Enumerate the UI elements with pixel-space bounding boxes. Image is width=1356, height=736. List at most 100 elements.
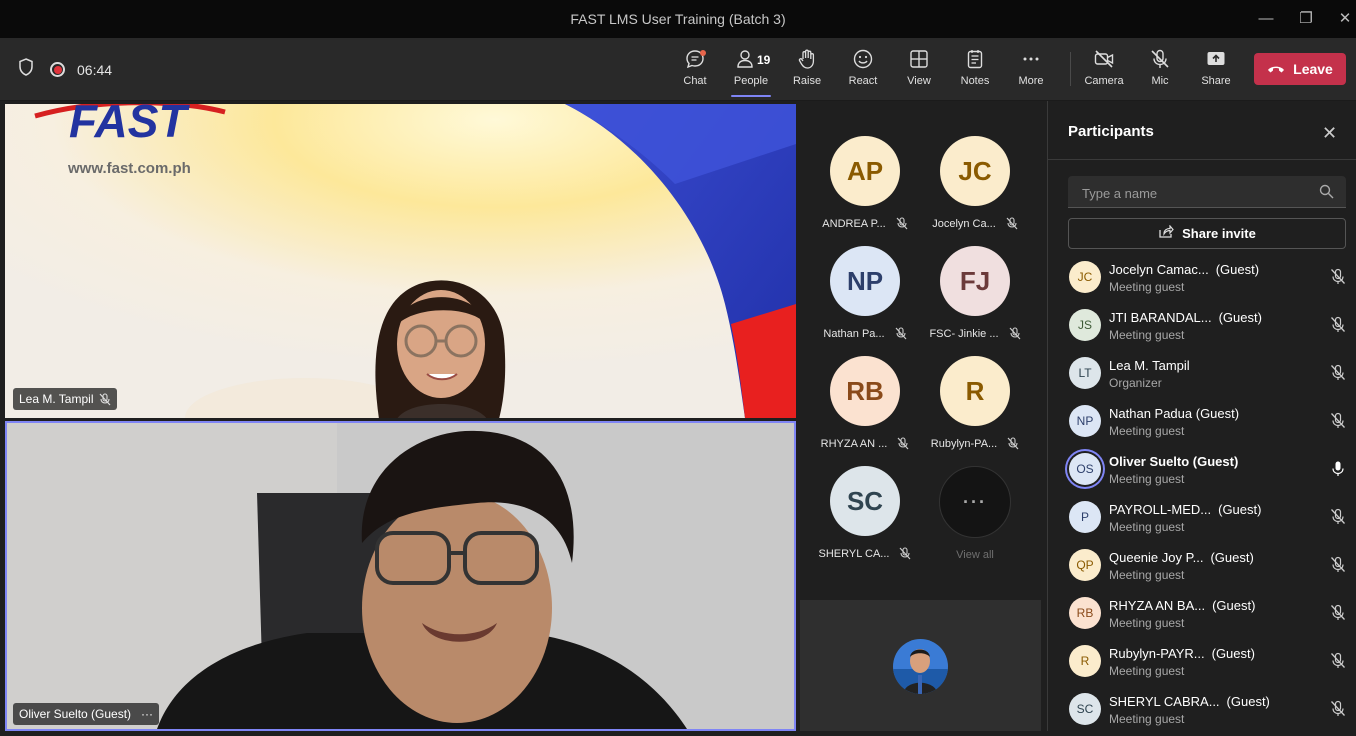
view-all-tile[interactable]: ··· View all [920, 466, 1030, 576]
name-tag-label: Oliver Suelto (Guest) [19, 707, 132, 721]
avatar-initials: QP [1076, 558, 1094, 572]
leave-label: Leave [1293, 61, 1333, 77]
meeting-timer: 06:44 [77, 61, 113, 78]
participant-name-label: PAYROLL-MED... [1109, 502, 1212, 517]
close-panel-icon[interactable]: ✕ [1322, 123, 1337, 144]
avatar: RB [830, 356, 900, 426]
participant-role: Meeting guest [1109, 328, 1185, 342]
video-tile-speaker[interactable]: Oliver Suelto (Guest) ··· [5, 421, 796, 731]
mic-button[interactable]: Mic [1132, 48, 1188, 94]
gallery-tile[interactable]: AP ANDREA P... [810, 136, 920, 246]
leave-button[interactable]: Leave [1254, 53, 1346, 85]
mic-off-icon [99, 392, 111, 406]
participant-name: SHERYL CABRA... (Guest) [1109, 694, 1270, 709]
avatar: RB [1069, 597, 1101, 629]
avatar-initials: RB [1076, 606, 1094, 620]
avatar: JC [1069, 261, 1101, 293]
react-button[interactable]: React [835, 48, 891, 94]
avatar: JC [940, 136, 1010, 206]
more-button[interactable]: More [1003, 48, 1059, 94]
gallery-tile[interactable]: SC SHERYL CA... [810, 466, 920, 576]
participant-search[interactable] [1068, 176, 1346, 208]
participant-role: Meeting guest [1109, 664, 1185, 678]
search-icon [1319, 184, 1334, 204]
camera-label: Camera [1084, 75, 1124, 87]
gallery-tile[interactable]: FJ FSC- Jinkie ... [920, 246, 1030, 356]
video-tile-organizer[interactable]: FAST www.fast.com.ph Lea M. Tampil [5, 104, 796, 418]
participant-row[interactable]: JC Jocelyn Camac... (Guest) Meeting guest [1048, 256, 1356, 304]
participant-row[interactable]: R Rubylyn-PAYR... (Guest) Meeting guest [1048, 640, 1356, 688]
tile-name: Jocelyn Ca... [920, 217, 1030, 230]
share-screen-icon [1188, 48, 1244, 70]
gallery-tile[interactable]: NP Nathan Pa... [810, 246, 920, 356]
gallery-tile[interactable]: JC Jocelyn Ca... [920, 136, 1030, 246]
participant-row[interactable]: OS Oliver Suelto (Guest) Meeting guest [1048, 448, 1356, 496]
avatar-initials: NP [846, 265, 884, 296]
avatar-initials: JS [1077, 318, 1092, 332]
camera-button[interactable]: Camera [1076, 48, 1132, 94]
people-label: People [733, 75, 769, 87]
avatar-initials: AP [846, 155, 884, 186]
avatar-initials: R [965, 375, 985, 406]
participant-row[interactable]: RB RHYZA AN BA... (Guest) Meeting guest [1048, 592, 1356, 640]
avatar-initials: P [1080, 510, 1089, 524]
avatar: R [940, 356, 1010, 426]
mic-off-icon [1330, 364, 1346, 386]
tile-name: SHERYL CA... [810, 547, 920, 560]
participant-name: JTI BARANDAL... (Guest) [1109, 310, 1262, 325]
avatar: FJ [940, 246, 1010, 316]
participant-row[interactable]: LT Lea M. Tampil Organizer [1048, 352, 1356, 400]
people-button[interactable]: 19 People [723, 48, 779, 97]
participant-video-oliver [7, 423, 794, 729]
notes-icon [947, 48, 1003, 70]
mic-off-icon [1330, 412, 1346, 434]
share-invite-button[interactable]: Share invite [1068, 218, 1346, 249]
view-all-label: View all [956, 549, 994, 561]
participant-row[interactable]: QP Queenie Joy P... (Guest) Meeting guest [1048, 544, 1356, 592]
active-indicator [731, 95, 771, 97]
participant-role: Organizer [1109, 376, 1162, 390]
raise-label: Raise [792, 75, 822, 87]
participant-role: Meeting guest [1109, 472, 1185, 486]
maximize-icon[interactable]: ❐ [1295, 8, 1317, 30]
name-tag-label: Lea M. Tampil [19, 392, 94, 406]
raise-hand-button[interactable]: Raise [779, 48, 835, 94]
mic-off-icon [895, 327, 907, 340]
mic-off-icon [1330, 652, 1346, 674]
participant-name: RHYZA AN BA... (Guest) [1109, 598, 1255, 613]
participant-row[interactable]: P PAYROLL-MED... (Guest) Meeting guest [1048, 496, 1356, 544]
view-button[interactable]: View [891, 48, 947, 94]
share-invite-label: Share invite [1182, 226, 1256, 241]
search-input[interactable] [1080, 183, 1314, 203]
participant-name-label: Oliver Suelto (Guest) [1109, 454, 1239, 469]
participant-name: Nathan Padua (Guest) [1109, 406, 1239, 421]
gallery-tile[interactable]: RB RHYZA AN ... [810, 356, 920, 466]
participant-row[interactable]: JS JTI BARANDAL... (Guest) Meeting guest [1048, 304, 1356, 352]
minimize-icon[interactable]: — [1255, 8, 1277, 30]
more-icon: ··· [939, 466, 1011, 538]
chat-button[interactable]: Chat [667, 48, 723, 94]
guest-suffix: (Guest) [1218, 310, 1262, 325]
mic-off-icon [1330, 604, 1346, 626]
tile-name-label: ANDREA P... [822, 217, 886, 230]
participant-name-label: Lea M. Tampil [1109, 358, 1190, 373]
tile-name-label: SHERYL CA... [818, 547, 890, 560]
tile-name: FSC- Jinkie ... [920, 327, 1030, 340]
tile-name-label: RHYZA AN ... [820, 437, 888, 450]
share-button[interactable]: Share [1188, 48, 1244, 94]
avatar-initials: JC [958, 155, 992, 186]
participant-name: Lea M. Tampil [1109, 358, 1190, 373]
mic-label: Mic [1151, 75, 1169, 87]
website-text: www.fast.com.ph [68, 160, 191, 177]
participant-row[interactable]: SC SHERYL CABRA... (Guest) Meeting guest [1048, 688, 1356, 736]
participant-role: Meeting guest [1109, 424, 1185, 438]
more-options-icon[interactable]: ··· [141, 707, 153, 721]
close-window-icon[interactable]: ✕ [1334, 8, 1356, 30]
notes-button[interactable]: Notes [947, 48, 1003, 94]
gallery-tile[interactable]: R Rubylyn-PA... [920, 356, 1030, 466]
guest-suffix: (Guest) [1210, 550, 1254, 565]
chat-label: Chat [683, 75, 707, 87]
tile-name-label: Rubylyn-PA... [930, 437, 998, 450]
self-view[interactable] [800, 600, 1041, 731]
participant-row[interactable]: NP Nathan Padua (Guest) Meeting guest [1048, 400, 1356, 448]
